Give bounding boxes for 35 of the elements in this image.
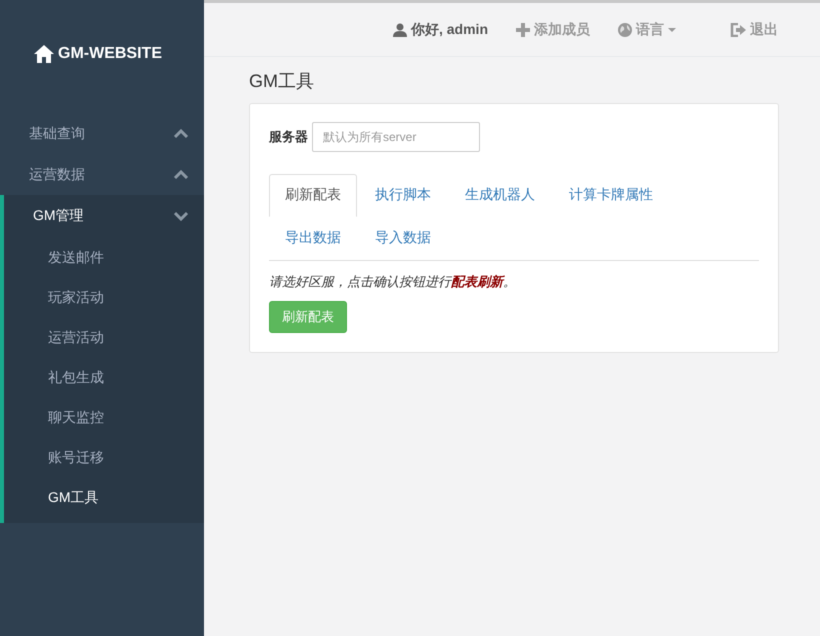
submenu-item[interactable]: 玩家活动 (4, 277, 204, 317)
tab[interactable]: 刷新配表 (269, 174, 357, 217)
tab[interactable]: 生成机器人 (449, 174, 551, 217)
submenu-item[interactable]: 账号迁移 (4, 437, 204, 477)
refresh-button[interactable]: 刷新配表 (269, 301, 347, 333)
chevron-up-icon (174, 170, 188, 180)
add-member-link[interactable]: 添加成员 (534, 20, 590, 38)
page-title: GM工具 (249, 70, 315, 93)
logout-icon (730, 22, 746, 36)
user-icon (392, 22, 407, 36)
globe-icon (618, 22, 632, 36)
server-label: 服务器 (269, 128, 308, 146)
sidebar-item[interactable]: GM管理 (4, 195, 204, 237)
greeting-text: 你好, admin (410, 20, 488, 38)
sidebar-item[interactable]: 基础查询 (0, 113, 204, 154)
site-logo[interactable]: GM-WEBSITE (58, 44, 162, 62)
submenu-item[interactable]: 礼包生成 (4, 357, 204, 397)
tab[interactable]: 导出数据 (269, 217, 357, 260)
submenu-item[interactable]: 聊天监控 (4, 397, 204, 437)
plus-icon (516, 22, 530, 36)
submenu-item[interactable]: GM工具 (4, 477, 204, 517)
tab[interactable]: 执行脚本 (359, 174, 447, 217)
tab[interactable]: 计算卡牌属性 (553, 174, 669, 217)
submenu-item[interactable]: 发送邮件 (4, 237, 204, 277)
caret-icon (668, 28, 676, 32)
sidebar-item[interactable]: 运营数据 (0, 154, 204, 195)
language-menu[interactable]: 语言 (636, 20, 664, 38)
tab[interactable]: 导入数据 (359, 217, 447, 260)
home-icon (34, 44, 54, 62)
instruction-text: 请选好区服，点击确认按钮进行配表刷新。 (269, 273, 517, 291)
submenu-item[interactable]: 运营活动 (4, 317, 204, 357)
chevron-down-icon (174, 211, 188, 221)
chevron-up-icon (174, 128, 188, 138)
logout-link[interactable]: 退出 (750, 20, 778, 38)
server-field[interactable]: 默认为所有server (312, 122, 480, 152)
